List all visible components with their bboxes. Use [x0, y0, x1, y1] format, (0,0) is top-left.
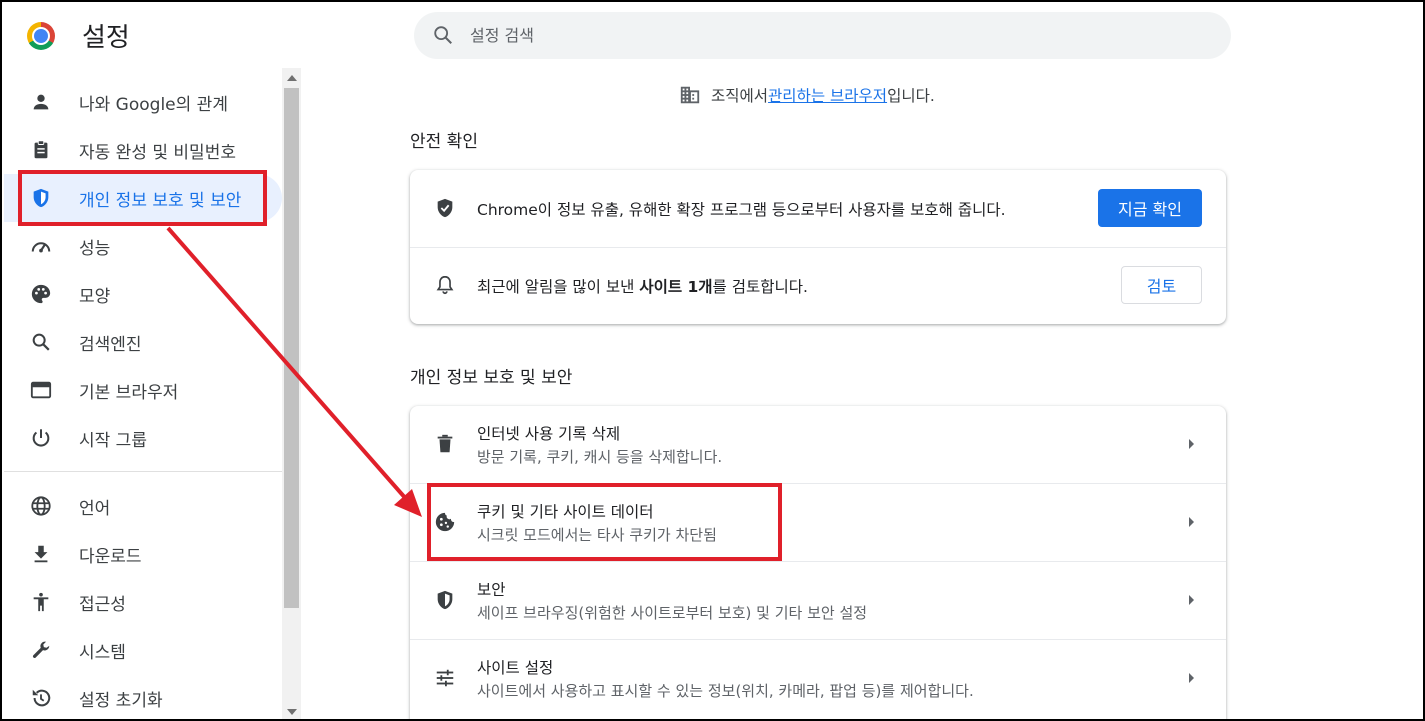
sidebar-item-performance[interactable]: 성능 — [4, 222, 282, 270]
sidebar-item-downloads[interactable]: 다운로드 — [4, 530, 282, 578]
notification-review-row: 최근에 알림을 많이 보낸 사이트 1개를 검토합니다. 검토 — [410, 247, 1226, 324]
browser-window-icon — [30, 381, 52, 399]
download-icon — [34, 545, 48, 563]
sidebar-scrollbar[interactable] — [282, 68, 301, 719]
globe-icon — [31, 496, 51, 516]
sidebar-item-label: 모양 — [79, 286, 111, 307]
sidebar-item-label: 시스템 — [79, 642, 126, 663]
sidebar-item-appearance[interactable]: 모양 — [4, 270, 282, 318]
chevron-right-icon — [1189, 517, 1194, 527]
privacy-section-title: 개인 정보 보호 및 보안 — [410, 368, 573, 388]
sidebar-item-label: 나와 Google의 관계 — [79, 94, 228, 115]
site-count: 사이트 1개 — [639, 278, 713, 296]
bell-icon — [436, 275, 454, 295]
chevron-right-icon — [1189, 439, 1194, 449]
header: 설정 — [2, 2, 1423, 68]
sidebar-item-search-engine[interactable]: 검색엔진 — [4, 318, 282, 366]
sidebar-item-system[interactable]: 시스템 — [4, 626, 282, 674]
row-subtitle: 세이프 브라우징(위험한 사이트로부터 보호) 및 기타 보안 설정 — [477, 604, 868, 622]
chevron-right-icon — [1189, 673, 1194, 683]
search-input[interactable] — [470, 12, 1170, 59]
security-row[interactable]: 보안 세이프 브라우징(위험한 사이트로부터 보호) 및 기타 보안 설정 — [410, 562, 1226, 639]
row-title: 인터넷 사용 기록 삭제 — [477, 425, 621, 443]
sidebar-item-label: 자동 완성 및 비밀번호 — [79, 142, 236, 163]
sidebar-divider — [4, 471, 282, 472]
managed-suffix: 입니다. — [887, 87, 935, 105]
scroll-up-arrow-icon[interactable] — [287, 75, 297, 81]
clear-browsing-data-row[interactable]: 인터넷 사용 기록 삭제 방문 기록, 쿠키, 캐시 등을 삭제합니다. — [410, 406, 1226, 483]
sidebar-item-label: 기본 브라우저 — [79, 382, 179, 403]
chrome-logo-icon — [27, 22, 55, 50]
safety-check-card: Chrome이 정보 유출, 유해한 확장 프로그램 등으로부터 사용자를 보호… — [410, 170, 1226, 324]
shield-icon — [437, 590, 453, 610]
sidebar-item-accessibility[interactable]: 접근성 — [4, 578, 282, 626]
review-button[interactable]: 검토 — [1121, 266, 1202, 304]
managed-prefix: 조직에서 — [711, 87, 769, 105]
accessibility-icon — [33, 592, 49, 612]
sidebar-item-label: 다운로드 — [79, 546, 142, 567]
speedometer-icon — [31, 242, 51, 253]
safety-check-title: 안전 확인 — [410, 132, 478, 152]
palette-icon — [31, 284, 51, 304]
sidebar: 나와 Google의 관계 자동 완성 및 비밀번호 개인 정보 보호 및 보안… — [4, 68, 282, 719]
row-subtitle: 사이트에서 사용하고 표시할 수 있는 정보(위치, 카메라, 팝업 등)를 제… — [477, 682, 974, 700]
row-title: 사이트 설정 — [477, 659, 554, 677]
sidebar-item-label: 성능 — [79, 238, 111, 259]
notification-review-text: 최근에 알림을 많이 보낸 사이트 1개를 검토합니다. — [477, 275, 808, 297]
sidebar-item-you-and-google[interactable]: 나와 Google의 관계 — [4, 78, 282, 126]
search-icon — [32, 333, 50, 351]
row-subtitle: 방문 기록, 쿠키, 캐시 등을 삭제합니다. — [477, 448, 723, 466]
annotation-box-sidebar — [18, 170, 267, 226]
sidebar-item-label: 언어 — [79, 498, 111, 519]
managed-browser-notice: 조직에서 관리하는 브라우저 입니다. — [679, 82, 935, 108]
sidebar-item-reset[interactable]: 설정 초기화 — [4, 674, 282, 719]
sidebar-item-languages[interactable]: 언어 — [4, 482, 282, 530]
shield-check-icon — [437, 198, 453, 218]
reset-icon — [32, 689, 51, 707]
notification-review-suffix: 를 검토합니다. — [712, 278, 808, 296]
clipboard-icon — [34, 140, 48, 159]
scroll-down-arrow-icon[interactable] — [287, 709, 297, 715]
sidebar-item-label: 설정 초기화 — [79, 690, 163, 711]
scroll-thumb[interactable] — [284, 88, 299, 608]
building-icon — [680, 86, 700, 104]
person-icon — [33, 94, 49, 110]
notification-review-prefix: 최근에 알림을 많이 보낸 — [477, 278, 640, 296]
managed-browser-link[interactable]: 관리하는 브라우저 — [768, 84, 887, 106]
search-icon — [434, 26, 452, 44]
settings-window: 설정 나와 Google의 관계 자동 완성 및 비밀번호 개인 정보 보호 및… — [0, 0, 1425, 721]
sidebar-item-default-browser[interactable]: 기본 브라우저 — [4, 366, 282, 414]
sidebar-item-label: 검색엔진 — [79, 334, 142, 355]
power-icon — [32, 429, 50, 447]
sidebar-item-label: 시작 그룹 — [79, 430, 147, 451]
site-settings-row[interactable]: 사이트 설정 사이트에서 사용하고 표시할 수 있는 정보(위치, 카메라, 팝… — [410, 640, 1226, 717]
check-now-button[interactable]: 지금 확인 — [1098, 189, 1202, 227]
sidebar-item-autofill[interactable]: 자동 완성 및 비밀번호 — [4, 126, 282, 174]
chevron-right-icon — [1189, 595, 1194, 605]
safety-check-row: Chrome이 정보 유출, 유해한 확장 프로그램 등으로부터 사용자를 보호… — [410, 170, 1226, 247]
trash-icon — [437, 434, 453, 453]
privacy-card: 인터넷 사용 기록 삭제 방문 기록, 쿠키, 캐시 등을 삭제합니다. 쿠키 … — [410, 406, 1226, 719]
tune-icon — [436, 669, 454, 687]
row-title: 보안 — [477, 581, 506, 599]
annotation-box-cookies — [427, 483, 782, 561]
wrench-icon — [32, 641, 50, 658]
search-box[interactable] — [414, 12, 1231, 59]
page-title: 설정 — [82, 23, 130, 53]
sidebar-item-label: 접근성 — [79, 594, 126, 615]
sidebar-item-on-startup[interactable]: 시작 그룹 — [4, 414, 282, 462]
safety-check-description: Chrome이 정보 유출, 유해한 확장 프로그램 등으로부터 사용자를 보호… — [477, 201, 1006, 219]
